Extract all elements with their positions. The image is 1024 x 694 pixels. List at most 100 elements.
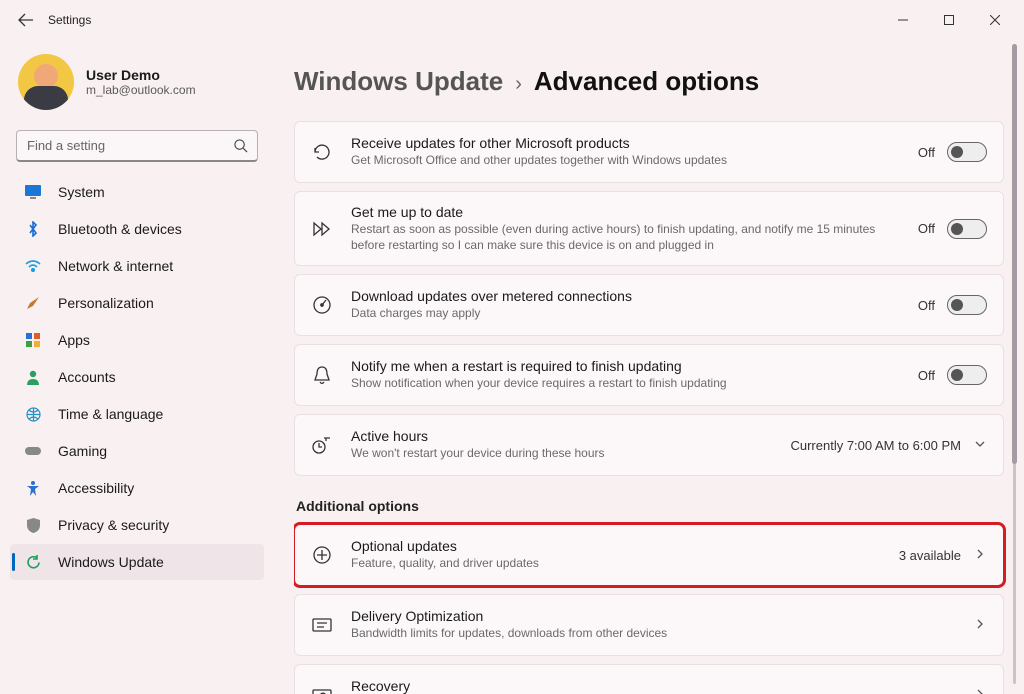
update-icon <box>24 553 42 571</box>
setting-delivery-optimization[interactable]: Delivery Optimization Bandwidth limits f… <box>294 594 1004 656</box>
sidebar-item-network[interactable]: Network & internet <box>10 248 264 284</box>
search-icon <box>233 138 248 158</box>
setting-sub: Get Microsoft Office and other updates t… <box>351 153 900 169</box>
setting-value: Currently 7:00 AM to 6:00 PM <box>790 438 961 453</box>
main-content: Windows Update › Advanced options Receiv… <box>274 40 1024 694</box>
toggle-switch[interactable] <box>947 142 987 162</box>
sidebar-item-label: Privacy & security <box>58 517 169 533</box>
display-icon <box>24 183 42 201</box>
setting-title: Get me up to date <box>351 204 900 220</box>
sidebar-item-privacy[interactable]: Privacy & security <box>10 507 264 543</box>
sidebar-item-label: Personalization <box>58 295 154 311</box>
maximize-button[interactable] <box>926 4 972 36</box>
nav-list: System Bluetooth & devices Network & int… <box>10 174 264 580</box>
setting-title: Optional updates <box>351 538 881 554</box>
setting-metered-connections[interactable]: Download updates over metered connection… <box>294 274 1004 336</box>
wifi-icon <box>24 257 42 275</box>
chevron-right-icon: › <box>515 73 522 96</box>
setting-restart-notify[interactable]: Notify me when a restart is required to … <box>294 344 1004 406</box>
setting-title: Recovery <box>351 678 955 694</box>
back-button[interactable] <box>12 6 40 34</box>
setting-sub: We won't restart your device during thes… <box>351 446 772 462</box>
user-name: User Demo <box>86 67 196 83</box>
sidebar-item-time-language[interactable]: Time & language <box>10 396 264 432</box>
toggle-state: Off <box>918 298 935 313</box>
user-email: m_lab@outlook.com <box>86 83 196 97</box>
toggle-switch[interactable] <box>947 219 987 239</box>
setting-sub: Feature, quality, and driver updates <box>351 556 881 572</box>
setting-title: Notify me when a restart is required to … <box>351 358 900 374</box>
minimize-button[interactable] <box>880 4 926 36</box>
sidebar-item-bluetooth[interactable]: Bluetooth & devices <box>10 211 264 247</box>
toggle-switch[interactable] <box>947 365 987 385</box>
sidebar-item-label: Bluetooth & devices <box>58 221 182 237</box>
toggle-switch[interactable] <box>947 295 987 315</box>
sidebar-item-accounts[interactable]: Accounts <box>10 359 264 395</box>
sidebar-item-gaming[interactable]: Gaming <box>10 433 264 469</box>
setting-value: 3 available <box>899 548 961 563</box>
setting-sub: Data charges may apply <box>351 306 900 322</box>
toggle-state: Off <box>918 368 935 383</box>
setting-recovery[interactable]: Recovery Reset, advanced startup, go bac… <box>294 664 1004 694</box>
setting-sub: Restart as soon as possible (even during… <box>351 222 900 253</box>
titlebar: Settings <box>0 0 1024 40</box>
fastforward-icon <box>311 218 333 240</box>
setting-optional-updates[interactable]: Optional updates Feature, quality, and d… <box>294 524 1004 586</box>
chevron-right-icon <box>973 547 987 564</box>
setting-sub: Show notification when your device requi… <box>351 376 900 392</box>
globe-icon <box>24 405 42 423</box>
activehours-icon <box>311 434 333 456</box>
setting-title: Active hours <box>351 428 772 444</box>
setting-active-hours[interactable]: Active hours We won't restart your devic… <box>294 414 1004 476</box>
recovery-icon <box>311 684 333 694</box>
setting-title: Download updates over metered connection… <box>351 288 900 304</box>
delivery-icon <box>311 614 333 636</box>
sidebar-item-label: System <box>58 184 105 200</box>
toggle-state: Off <box>918 145 935 160</box>
bluetooth-icon <box>24 220 42 238</box>
gauge-icon <box>311 294 333 316</box>
page-title: Advanced options <box>534 66 759 97</box>
sidebar-item-apps[interactable]: Apps <box>10 322 264 358</box>
window-controls <box>880 4 1018 36</box>
section-header-additional: Additional options <box>296 498 1004 514</box>
chevron-right-icon <box>973 617 987 634</box>
setting-title: Delivery Optimization <box>351 608 955 624</box>
chevron-right-icon <box>973 687 987 694</box>
accessibility-icon <box>24 479 42 497</box>
plus-circle-icon <box>311 544 333 566</box>
close-button[interactable] <box>972 4 1018 36</box>
sidebar: User Demo m_lab@outlook.com System Bluet… <box>0 40 274 694</box>
sidebar-item-label: Windows Update <box>58 554 164 570</box>
shield-icon <box>24 516 42 534</box>
search-wrap <box>16 130 258 162</box>
sidebar-item-label: Time & language <box>58 406 163 422</box>
sidebar-item-label: Gaming <box>58 443 107 459</box>
setting-receive-other-products[interactable]: Receive updates for other Microsoft prod… <box>294 121 1004 183</box>
scrollbar-thumb[interactable] <box>1012 44 1017 464</box>
user-block[interactable]: User Demo m_lab@outlook.com <box>10 48 264 124</box>
sidebar-item-label: Apps <box>58 332 90 348</box>
gaming-icon <box>24 442 42 460</box>
sidebar-item-accessibility[interactable]: Accessibility <box>10 470 264 506</box>
sidebar-item-label: Network & internet <box>58 258 173 274</box>
window-title: Settings <box>48 13 91 27</box>
toggle-state: Off <box>918 221 935 236</box>
sidebar-item-windows-update[interactable]: Windows Update <box>10 544 264 580</box>
setting-get-me-up-to-date[interactable]: Get me up to date Restart as soon as pos… <box>294 191 1004 266</box>
breadcrumb-parent[interactable]: Windows Update <box>294 66 503 97</box>
setting-title: Receive updates for other Microsoft prod… <box>351 135 900 151</box>
person-icon <box>24 368 42 386</box>
search-input[interactable] <box>16 130 258 162</box>
sidebar-item-personalization[interactable]: Personalization <box>10 285 264 321</box>
sidebar-item-label: Accounts <box>58 369 116 385</box>
setting-sub: Bandwidth limits for updates, downloads … <box>351 626 955 642</box>
sidebar-item-system[interactable]: System <box>10 174 264 210</box>
bell-icon <box>311 364 333 386</box>
apps-icon <box>24 331 42 349</box>
history-icon <box>311 141 333 163</box>
avatar <box>18 54 74 110</box>
chevron-down-icon <box>973 437 987 454</box>
brush-icon <box>24 294 42 312</box>
sidebar-item-label: Accessibility <box>58 480 134 496</box>
